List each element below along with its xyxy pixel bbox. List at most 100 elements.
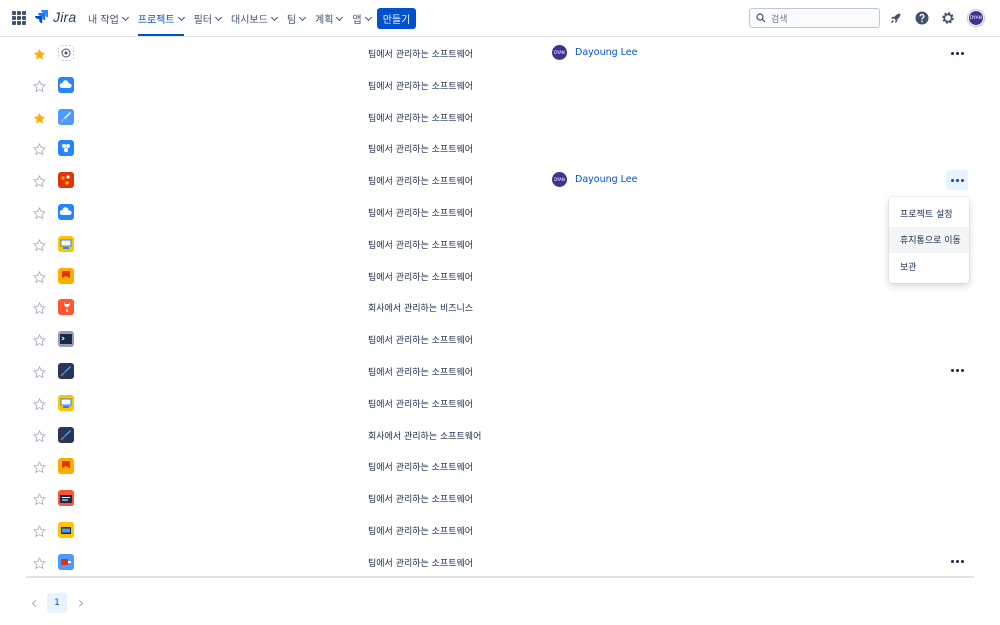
nav-item-3[interactable]: 필터 [194, 0, 223, 37]
star-filled-icon[interactable] [33, 46, 46, 60]
flag-icon[interactable] [58, 458, 74, 475]
star-outline-icon[interactable] [32, 332, 47, 347]
menu-item-1[interactable]: 프로젝트 설정 [889, 200, 969, 227]
avatar: DYAN [552, 172, 567, 188]
user-avatar[interactable]: DYAN [968, 10, 984, 26]
chevron-down-icon [336, 13, 344, 21]
lead-name[interactable]: Dayoung Lee [575, 174, 637, 185]
table-row[interactable]: 팀에서 관리하는 소프트웨어 [26, 387, 974, 419]
cloud-icon[interactable] [58, 76, 74, 93]
previous-page-icon[interactable] [30, 598, 40, 608]
calendar-icon[interactable] [58, 490, 74, 507]
project-actions-menu: 프로젝트 설정 휴지통으로 이동 보관 [889, 197, 969, 283]
star-outline-icon[interactable] [32, 141, 47, 156]
table-row[interactable]: 팀에서 관리하는 소프트웨어 [26, 260, 974, 292]
project-type: 팀에서 관리하는 소프트웨어 [368, 463, 474, 474]
project-list: 팀에서 관리하는 소프트웨어 DYAN Dayoung Lee 팀에서 관리하는 소프… [26, 37, 974, 578]
nav-item-label: 팀 [286, 15, 297, 26]
table-row[interactable]: 팀에서 관리하는 소프트웨어 DYAN Dayoung Lee [26, 164, 974, 196]
star-outline-icon[interactable] [32, 459, 47, 474]
table-row[interactable]: 팀에서 관리하는 소프트웨어 [26, 101, 974, 133]
nav-item-label: 내 작업 [88, 15, 119, 26]
table-row[interactable]: 팀에서 관리하는 소프트웨어 [26, 323, 974, 355]
wrench-icon[interactable] [58, 299, 74, 316]
star-outline-icon[interactable] [32, 364, 47, 379]
more-actions-icon[interactable] [946, 170, 968, 191]
star-outline-icon[interactable] [32, 78, 47, 93]
project-lead[interactable]: DYAN Dayoung Lee [552, 45, 637, 60]
pagination: 1 [30, 593, 84, 613]
table-row[interactable]: 팀에서 관리하는 소프트웨어 [26, 546, 974, 578]
table-row[interactable]: 팀에서 관리하는 소프트웨어 DYAN Dayoung Lee [26, 37, 974, 69]
star-outline-icon[interactable] [32, 300, 47, 315]
nav-item-4[interactable]: 대시보드 [231, 0, 278, 37]
nav-item-5[interactable]: 팀 [286, 0, 307, 37]
nav-item-label: 대시보드 [231, 15, 268, 26]
nav-item-2[interactable]: 프로젝트 [137, 0, 185, 37]
table-row[interactable]: 팀에서 관리하는 소프트웨어 [26, 132, 974, 164]
molecule-icon[interactable] [58, 172, 74, 189]
nav-item-6[interactable]: 계획 [315, 0, 344, 37]
table-row[interactable]: 팀에서 관리하는 소프트웨어 [26, 69, 974, 101]
create-button[interactable]: 만들기 [377, 8, 416, 29]
star-outline-icon[interactable] [32, 269, 47, 283]
monitor-icon[interactable] [58, 394, 74, 411]
more-actions-icon[interactable] [946, 361, 968, 381]
rocket-dark-icon[interactable] [58, 426, 74, 443]
menu-item-2[interactable]: 휴지통으로 이동 [889, 226, 969, 253]
monitor-icon[interactable] [58, 235, 74, 252]
project-lead[interactable]: DYAN Dayoung Lee [552, 172, 637, 188]
star-outline-icon[interactable] [32, 491, 47, 506]
rocket-blue-icon[interactable] [58, 108, 74, 125]
project-type: 팀에서 관리하는 소프트웨어 [368, 399, 474, 410]
star-outline-icon[interactable] [32, 173, 47, 188]
screen-icon[interactable] [58, 553, 74, 570]
table-row[interactable]: 회사에서 관리하는 소프트웨어 [26, 419, 974, 451]
table-row[interactable]: 팀에서 관리하는 소프트웨어 [26, 482, 974, 514]
menu-item-3[interactable]: 보관 [889, 253, 969, 280]
star-outline-icon[interactable] [32, 428, 47, 442]
table-row[interactable]: 팀에서 관리하는 소프트웨어 [26, 196, 974, 228]
star-filled-icon[interactable] [33, 110, 46, 124]
table-bottom-divider [26, 576, 974, 578]
page-button-current[interactable]: 1 [47, 593, 67, 613]
star-outline-icon[interactable] [32, 205, 47, 220]
lead-name[interactable]: Dayoung Lee [575, 47, 637, 58]
chevron-down-icon [177, 13, 185, 21]
help-icon[interactable] [914, 10, 930, 26]
target-icon[interactable] [58, 45, 74, 61]
settings-gear-icon[interactable] [940, 10, 956, 26]
app-switcher-icon[interactable] [12, 11, 26, 25]
project-type: 팀에서 관리하는 소프트웨어 [368, 208, 474, 219]
avatar: DYAN [552, 45, 567, 60]
jira-logo[interactable]: Jira [34, 9, 76, 25]
jira-logo-icon [35, 10, 48, 24]
star-outline-icon[interactable] [32, 555, 47, 569]
table-row[interactable]: 팀에서 관리하는 소프트웨어 [26, 355, 974, 387]
star-outline-icon[interactable] [32, 237, 47, 251]
table-row[interactable]: 팀에서 관리하는 소프트웨어 [26, 514, 974, 546]
flag-icon[interactable] [58, 267, 74, 284]
star-outline-icon[interactable] [32, 396, 47, 410]
table-row[interactable]: 회사에서 관리하는 비즈니스 [26, 291, 974, 323]
more-actions-icon[interactable] [946, 43, 968, 63]
rocket-dark-icon[interactable] [58, 362, 74, 379]
search-icon [756, 13, 766, 23]
terminal-icon[interactable] [58, 331, 74, 348]
nav-item-label: 계획 [315, 15, 334, 26]
folder-icon[interactable] [58, 521, 74, 538]
nav-item-1[interactable]: 내 작업 [88, 0, 129, 37]
chevron-down-icon [270, 13, 278, 21]
nav-item-7[interactable]: 앱 [352, 0, 372, 37]
cloud-icon[interactable] [58, 203, 74, 220]
notifications-rocket-icon[interactable] [888, 10, 904, 26]
next-page-icon[interactable] [74, 598, 84, 608]
search-input[interactable]: 검색 [749, 8, 880, 28]
puzzle-icon[interactable] [58, 140, 74, 157]
project-type: 팀에서 관리하는 소프트웨어 [368, 113, 474, 124]
star-outline-icon[interactable] [32, 523, 47, 538]
more-actions-icon[interactable] [946, 552, 968, 572]
table-row[interactable]: 팀에서 관리하는 소프트웨어 [26, 450, 974, 482]
project-type: 팀에서 관리하는 소프트웨어 [368, 50, 474, 60]
table-row[interactable]: 팀에서 관리하는 소프트웨어 [26, 228, 974, 260]
